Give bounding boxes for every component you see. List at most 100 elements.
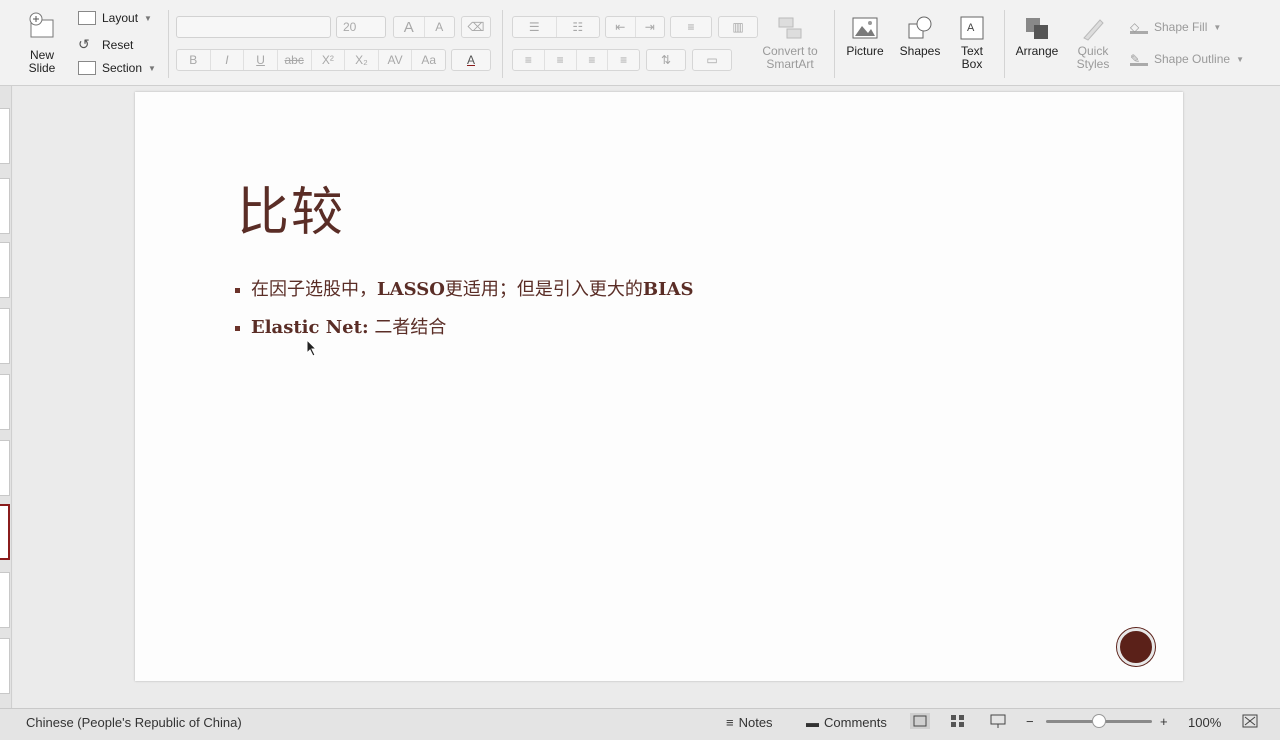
- shrink-font-button[interactable]: A: [425, 17, 455, 37]
- slide-thumbnail[interactable]: [0, 108, 10, 164]
- reset-button[interactable]: ↺ Reset: [78, 36, 133, 53]
- font-color-icon[interactable]: A: [452, 50, 490, 70]
- slide-canvas: 比较 在因子选股中，LASSO更适用；但是引入更大的BIAS Elastic N…: [13, 86, 1280, 708]
- align-left-icon[interactable]: ≡: [513, 50, 545, 70]
- superscript-button[interactable]: X²: [312, 50, 346, 70]
- text-box-label: Text Box: [960, 44, 983, 71]
- shape-outline-button[interactable]: ✎ Shape Outline ▼: [1130, 52, 1244, 66]
- comments-label: Comments: [824, 715, 887, 730]
- quick-styles-label: Quick Styles: [1076, 44, 1110, 71]
- text-effects-icon[interactable]: Aa: [412, 50, 445, 70]
- section-label: Section: [102, 61, 143, 75]
- zoom-out-button[interactable]: −: [1026, 714, 1034, 729]
- shapes-button[interactable]: Shapes: [896, 14, 944, 58]
- bullet-item[interactable]: Elastic Net: 二者结合: [235, 316, 694, 354]
- bullet-text-bold: BIAS: [642, 279, 694, 300]
- notes-icon: ≡: [726, 715, 734, 730]
- slide-thumbnail[interactable]: [0, 572, 10, 628]
- shape-outline-label: Shape Outline: [1154, 52, 1231, 66]
- ribbon: New Slide Layout ▼ ↺ Reset Section ▼ 20 …: [0, 0, 1280, 86]
- slide-thumbnail[interactable]: [0, 308, 10, 364]
- indent-group: ⇤ ⇥: [605, 16, 665, 38]
- slide-sorter-icon[interactable]: [948, 713, 968, 729]
- clear-formatting-icon[interactable]: ⌫: [462, 17, 490, 37]
- text-box-button[interactable]: A Text Box: [952, 14, 992, 71]
- comments-icon: ▬: [806, 715, 819, 730]
- align-text-icon[interactable]: ▭: [693, 50, 731, 70]
- slide-thumbnail[interactable]: [0, 440, 10, 496]
- language-status[interactable]: Chinese (People's Republic of China): [26, 715, 242, 730]
- line-spacing-icon[interactable]: ≡: [671, 17, 711, 37]
- quick-styles-button[interactable]: Quick Styles: [1070, 14, 1116, 71]
- ribbon-separator: [502, 10, 503, 78]
- mouse-cursor-icon: [306, 339, 318, 357]
- arrange-icon: [1022, 14, 1052, 42]
- increase-indent-icon[interactable]: ⇥: [636, 17, 665, 37]
- bullet-item[interactable]: 在因子选股中，LASSO更适用；但是引入更大的BIAS: [235, 278, 694, 316]
- bullet-text-bold: LASSO: [377, 279, 445, 300]
- bullet-text: 更适用；但是引入更大的: [444, 279, 643, 300]
- zoom-slider-handle[interactable]: [1092, 714, 1106, 728]
- columns-icon[interactable]: ▥: [719, 17, 757, 37]
- bold-button[interactable]: B: [177, 50, 211, 70]
- shapes-label: Shapes: [899, 44, 941, 58]
- arrange-button[interactable]: Arrange: [1012, 14, 1062, 58]
- strikethrough-button[interactable]: abc: [278, 50, 312, 70]
- slide-thumbnail[interactable]: [0, 374, 10, 430]
- slide-thumbnail-pane: [0, 86, 12, 708]
- convert-smartart-label: Convert to SmartArt: [762, 44, 818, 71]
- character-spacing-icon[interactable]: AV: [379, 50, 413, 70]
- ribbon-separator: [168, 10, 169, 78]
- zoom-level[interactable]: 100%: [1188, 715, 1221, 730]
- picture-button[interactable]: Picture: [842, 14, 888, 58]
- zoom-in-button[interactable]: +: [1160, 714, 1168, 729]
- slide-thumbnail[interactable]: [0, 242, 10, 298]
- notes-label: Notes: [738, 715, 773, 730]
- numbering-icon[interactable]: ☷: [557, 17, 600, 37]
- align-center-icon[interactable]: ≡: [545, 50, 577, 70]
- slide-title[interactable]: 比较: [237, 170, 345, 245]
- new-slide-icon: [27, 12, 57, 40]
- comments-button[interactable]: ▬ Comments: [806, 715, 887, 730]
- bullet-text-bold: Elastic Net:: [251, 317, 369, 338]
- line-spacing-group: ≡: [670, 16, 712, 38]
- ribbon-separator: [1004, 10, 1005, 78]
- layout-label: Layout: [102, 11, 139, 25]
- italic-button[interactable]: I: [211, 50, 245, 70]
- bullets-icon[interactable]: ☰: [513, 17, 557, 37]
- bullet-list[interactable]: 在因子选股中，LASSO更适用；但是引入更大的BIAS Elastic Net:…: [235, 278, 694, 354]
- subscript-button[interactable]: X₂: [345, 50, 379, 70]
- fit-to-window-icon[interactable]: [1240, 713, 1260, 729]
- notes-button[interactable]: ≡ Notes: [726, 715, 773, 730]
- shapes-icon: [905, 14, 935, 42]
- section-button[interactable]: Section ▼: [78, 61, 156, 75]
- ribbon-separator: [834, 10, 835, 78]
- underline-button[interactable]: U: [244, 50, 278, 70]
- align-right-icon[interactable]: ≡: [577, 50, 609, 70]
- reset-icon: ↺: [78, 36, 90, 52]
- font-size-group: A A: [393, 16, 455, 38]
- normal-view-icon[interactable]: [910, 713, 930, 729]
- arrange-label: Arrange: [1015, 44, 1059, 58]
- picture-label: Picture: [846, 44, 884, 58]
- slideshow-icon[interactable]: [988, 713, 1008, 729]
- svg-text:A: A: [967, 22, 975, 34]
- justify-icon[interactable]: ≡: [608, 50, 639, 70]
- layout-button[interactable]: Layout ▼: [78, 11, 152, 25]
- slide-thumbnail-selected[interactable]: [0, 504, 10, 560]
- grow-font-button[interactable]: A: [394, 17, 425, 37]
- font-size-select[interactable]: 20: [336, 16, 386, 38]
- new-slide-button[interactable]: New Slide: [18, 12, 66, 75]
- record-button[interactable]: [1117, 628, 1155, 666]
- slide[interactable]: 比较 在因子选股中，LASSO更适用；但是引入更大的BIAS Elastic N…: [135, 92, 1183, 681]
- font-name-select[interactable]: [176, 16, 331, 38]
- text-direction-icon[interactable]: ⇅: [647, 50, 685, 70]
- shape-fill-button[interactable]: ◇ Shape Fill ▼: [1130, 20, 1221, 34]
- reset-label: Reset: [102, 37, 134, 52]
- picture-icon: [850, 14, 880, 42]
- convert-smartart-button[interactable]: Convert to SmartArt: [754, 14, 826, 71]
- slide-thumbnail[interactable]: [0, 638, 10, 694]
- section-icon: [78, 61, 96, 75]
- slide-thumbnail[interactable]: [0, 178, 10, 234]
- decrease-indent-icon[interactable]: ⇤: [606, 17, 636, 37]
